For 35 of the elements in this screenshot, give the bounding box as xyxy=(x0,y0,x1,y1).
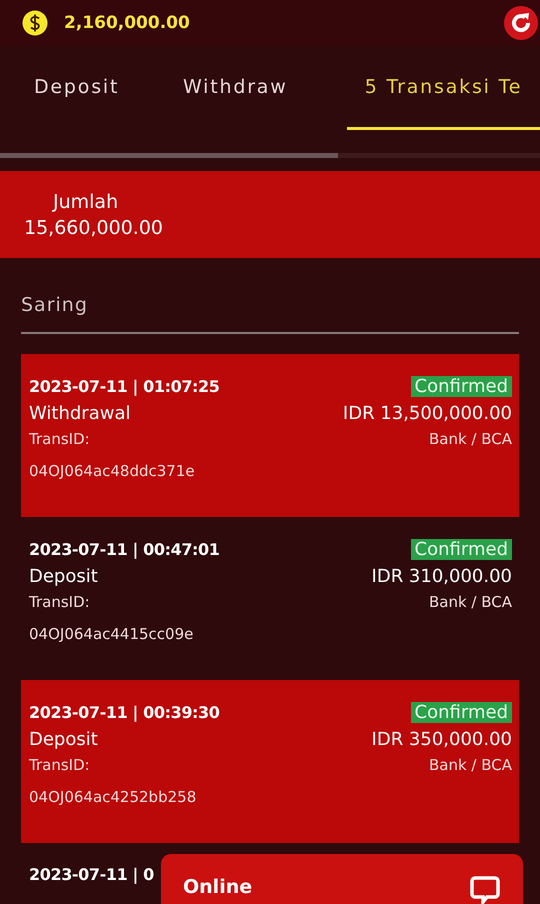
tab[interactable]: Withdraw xyxy=(149,46,347,130)
trans-id: 04OJ064ac4415cc09e xyxy=(29,625,194,643)
status-badge: Confirmed xyxy=(410,539,512,560)
trans-id: 04OJ064ac48ddc371e xyxy=(29,462,195,480)
summary-value: 15,660,000.00 xyxy=(24,216,164,238)
tab[interactable]: Deposit xyxy=(0,46,149,130)
transaction-datetime: 2023-07-11 | 00:47:01 xyxy=(29,540,220,559)
trans-id-label: TransID: xyxy=(29,756,90,774)
transaction-datetime: 2023-07-11 | 01:07:25 xyxy=(29,377,220,396)
payment-method: Bank / BCA xyxy=(428,593,512,611)
chat-label: Online xyxy=(183,876,252,898)
transaction-datetime: 2023-07-11 | 0 xyxy=(29,865,154,884)
transaction-type: Withdrawal xyxy=(29,403,130,424)
tab[interactable]: 5 Transaksi Te xyxy=(347,46,540,130)
summary-label: Jumlah xyxy=(53,190,120,212)
trans-id-label: TransID: xyxy=(29,430,90,448)
transaction-amount: IDR 13,500,000.00 xyxy=(342,403,512,424)
status-badge: Confirmed xyxy=(410,702,512,723)
coin-icon xyxy=(22,10,48,36)
filter-label[interactable]: Saring xyxy=(21,294,519,334)
payment-method: Bank / BCA xyxy=(428,756,512,774)
transaction-datetime: 2023-07-11 | 00:39:30 xyxy=(29,703,220,722)
status-badge: Confirmed xyxy=(410,376,512,397)
trans-id-label: TransID: xyxy=(29,593,90,611)
chat-icon[interactable] xyxy=(469,874,501,904)
transaction-type: Deposit xyxy=(29,729,98,750)
transaction-amount: IDR 310,000.00 xyxy=(372,566,512,587)
scroll-thumb[interactable] xyxy=(0,153,338,158)
payment-method: Bank / BCA xyxy=(428,430,512,448)
transaction-type: Deposit xyxy=(29,566,98,587)
trans-id: 04OJ064ac4252bb258 xyxy=(29,788,196,806)
chat-widget[interactable]: Online xyxy=(161,854,523,904)
transaction-amount: IDR 350,000.00 xyxy=(372,729,512,750)
refresh-icon[interactable] xyxy=(504,6,538,40)
balance-amount: 2,160,000.00 xyxy=(64,13,191,33)
